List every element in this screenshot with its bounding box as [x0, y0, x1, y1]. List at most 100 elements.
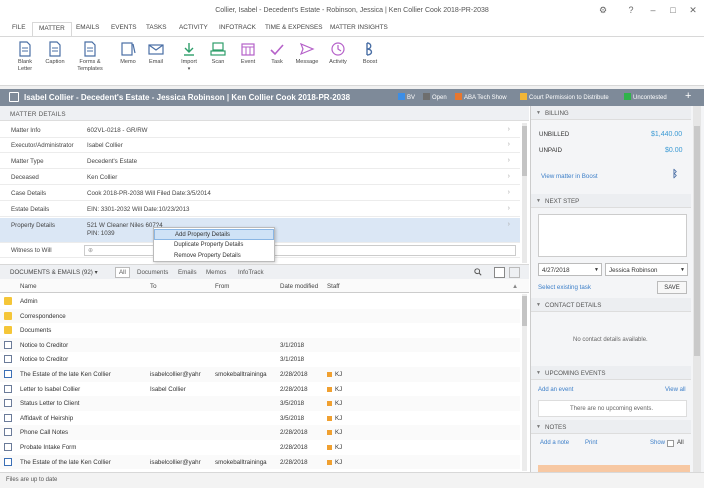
tag-court-permission[interactable]: Court Permission to Distribute — [520, 93, 609, 101]
tab-events[interactable]: EVENTS — [111, 24, 137, 31]
tab-tasks[interactable]: TASKS — [146, 24, 166, 31]
folder-row[interactable]: Documents — [0, 323, 520, 338]
chevron-right-icon[interactable]: › — [508, 221, 510, 228]
memo-button[interactable]: Memo — [113, 41, 143, 66]
caption-button[interactable]: Caption — [40, 41, 70, 66]
event-button[interactable]: Event — [233, 41, 263, 66]
column-from[interactable]: From — [215, 283, 229, 290]
notes-header[interactable]: ▼ NOTES — [531, 420, 691, 434]
chevron-right-icon[interactable]: › — [508, 141, 510, 148]
document-row[interactable]: Probate Intake Form 2/28/2018 KJ — [0, 440, 520, 455]
show-all-checkbox[interactable] — [667, 440, 674, 447]
save-button[interactable]: SAVE — [657, 281, 687, 294]
filter-documents[interactable]: Documents — [137, 269, 168, 276]
maximize-button[interactable]: □ — [666, 5, 680, 15]
minimize-button[interactable]: – — [646, 5, 660, 15]
upcoming-events-header[interactable]: ▼ UPCOMING EVENTS — [531, 366, 691, 380]
scan-button[interactable]: Scan — [203, 41, 233, 66]
document-row[interactable]: Status Letter to Client 3/5/2018 KJ — [0, 396, 520, 411]
chevron-up-icon[interactable]: ▲ — [512, 283, 518, 290]
billing-header[interactable]: ▼ BILLING — [531, 106, 691, 120]
filter-all[interactable]: All — [115, 267, 130, 278]
document-row[interactable]: The Estate of the late Ken Collier isabel… — [0, 454, 520, 470]
column-date-modified[interactable]: Date modified — [280, 283, 318, 290]
unpaid-amount: $0.00 — [665, 147, 683, 154]
menu-item-remove-property[interactable]: Remove Property Details — [154, 251, 274, 262]
chevron-right-icon[interactable]: › — [508, 189, 510, 196]
cell-date: 2/28/2018 — [280, 371, 308, 378]
tab-emails[interactable]: EMAILS — [76, 24, 99, 31]
column-staff[interactable]: Staff — [327, 283, 340, 290]
folder-row[interactable]: Correspondence — [0, 308, 520, 324]
add-tag-button[interactable]: + — [685, 90, 691, 102]
menu-item-duplicate-property[interactable]: Duplicate Property Details — [154, 240, 274, 251]
tag-uncontested[interactable]: Uncontested — [624, 93, 667, 101]
document-row[interactable]: Phone Call Notes 2/28/2018 KJ — [0, 425, 520, 440]
print-notes-link[interactable]: Print — [585, 440, 597, 446]
search-icon[interactable] — [474, 268, 482, 278]
next-step-assignee-select[interactable]: Jessica Robinson ▼ — [605, 263, 688, 276]
column-to[interactable]: To — [150, 283, 157, 290]
folder-row[interactable]: Admin — [0, 294, 520, 309]
select-existing-task-link[interactable]: Select existing task — [538, 284, 591, 291]
document-row[interactable]: Notice to Creditor 3/1/2018 — [0, 337, 520, 353]
document-row[interactable]: Notice to Creditor 3/1/2018 — [0, 352, 520, 367]
view-in-boost-link[interactable]: View matter in Boost — [541, 173, 598, 180]
gear-icon[interactable]: ⚙ — [596, 5, 610, 16]
matter-detail-row[interactable]: Case Details Cook 2018-PR-2038 Will Filed… — [0, 186, 520, 201]
matter-detail-row[interactable]: Estate Details EIN: 3301-2032 Will Date:1… — [0, 202, 520, 217]
blank-letter-button[interactable]: Blank Letter — [10, 41, 40, 72]
matter-detail-row[interactable]: Executor/Administrator Isabel Collier › — [0, 138, 520, 153]
folder-view-icon[interactable] — [494, 267, 505, 278]
note-item[interactable] — [538, 465, 690, 472]
tab-activity[interactable]: ACTIVITY — [179, 24, 208, 31]
tab-time-expenses[interactable]: TIME & EXPENSES — [265, 24, 323, 31]
contact-details-header[interactable]: ▼ CONTACT DETAILS — [531, 298, 691, 312]
chevron-right-icon[interactable]: › — [508, 173, 510, 180]
menu-item-add-property[interactable]: Add Property Details — [154, 229, 274, 240]
matter-detail-row[interactable]: Deceased Ken Collier › — [0, 170, 520, 185]
column-name[interactable]: Name — [20, 283, 37, 290]
email-button[interactable]: Email — [141, 41, 171, 66]
documents-scrollbar-thumb[interactable] — [522, 296, 527, 326]
tag-open[interactable]: Open — [423, 93, 447, 101]
document-row[interactable]: Letter to Isabel Collier Isabel Collier 2/… — [0, 382, 520, 397]
message-button[interactable]: Message — [292, 41, 322, 66]
tag-bv[interactable]: BV — [398, 93, 415, 101]
details-scrollbar-thumb[interactable] — [522, 126, 527, 176]
tab-matter[interactable]: MATTER — [32, 22, 72, 37]
add-event-link[interactable]: Add an event — [538, 387, 573, 393]
documents-title[interactable]: DOCUMENTS & EMAILS (92) ▾ — [10, 269, 98, 276]
close-button[interactable]: ✕ — [686, 5, 700, 16]
task-button[interactable]: Task — [262, 41, 292, 66]
filter-memos[interactable]: Memos — [206, 269, 226, 276]
import-button[interactable]: Import ▾ — [174, 41, 204, 72]
list-view-icon[interactable] — [509, 267, 520, 278]
next-step-date-field[interactable]: 4/27/2018 ▼ — [538, 263, 602, 276]
folder-icon — [4, 326, 12, 335]
add-note-link[interactable]: Add a note — [540, 440, 569, 446]
witness-input[interactable]: ⊕ — [84, 245, 516, 256]
activity-button[interactable]: Activity — [323, 41, 353, 66]
tag-aba-tech-show[interactable]: ABA Tech Show — [455, 93, 507, 101]
matter-detail-row[interactable]: Matter Type Decedent's Estate › — [0, 154, 520, 169]
help-button[interactable]: ? — [624, 5, 638, 15]
chevron-right-icon[interactable]: › — [508, 157, 510, 164]
boost-button[interactable]: Boost — [355, 41, 385, 66]
side-scrollbar-thumb[interactable] — [694, 126, 700, 356]
chevron-right-icon[interactable]: › — [508, 205, 510, 212]
tab-file[interactable]: FILE — [12, 24, 26, 31]
chevron-right-icon[interactable]: › — [508, 126, 510, 133]
view-all-events-link[interactable]: View all — [665, 387, 686, 393]
document-row[interactable]: The Estate of the late Ken Collier isabel… — [0, 367, 520, 382]
filter-infotrack[interactable]: InfoTrack — [238, 269, 264, 276]
forms-templates-button[interactable]: Forms & Templates — [75, 41, 105, 72]
matter-detail-row[interactable]: Matter Info 602VL-0218 - GR/RW › — [0, 123, 520, 138]
document-row[interactable]: Affidavit of Heirship 3/5/2018 KJ — [0, 411, 520, 426]
next-step-input[interactable] — [538, 214, 687, 257]
next-step-header[interactable]: ▼ NEXT STEP — [531, 194, 691, 208]
filter-emails[interactable]: Emails — [178, 269, 197, 276]
boost-icon[interactable]: ᛒ — [672, 169, 678, 180]
tab-infotrack[interactable]: INFOTRACK — [219, 24, 256, 31]
tab-matter-insights[interactable]: MATTER INSIGHTS — [330, 24, 388, 31]
